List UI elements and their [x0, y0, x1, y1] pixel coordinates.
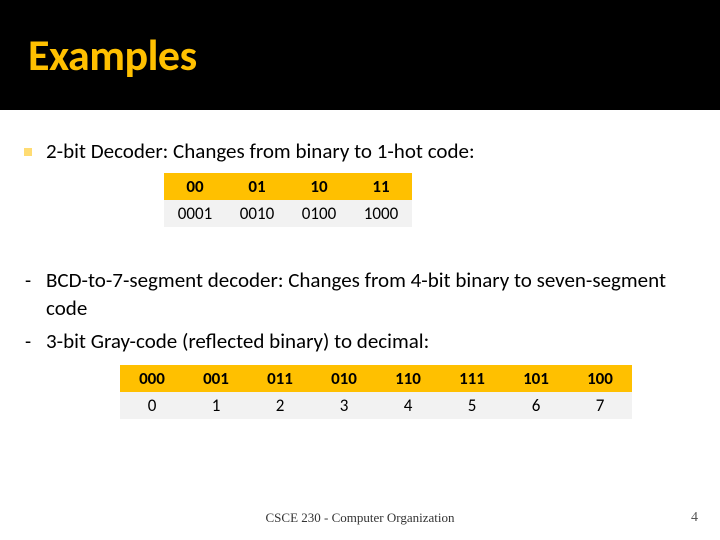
table-row: 0001 0010 0100 1000	[164, 200, 412, 227]
table-header-cell: 010	[312, 365, 376, 392]
decoder-table: 00 01 10 11 0001 0010 0100 1000	[164, 173, 412, 227]
slide-content: 2-bit Decoder: Changes from binary to 1-…	[0, 110, 720, 419]
gray-code-table: 000 001 011 010 110 111 101 100 0 1 2 3 …	[120, 365, 632, 419]
table-row: 000 001 011 010 110 111 101 100	[120, 365, 632, 392]
table-cell: 3	[312, 392, 376, 419]
table-header-cell: 011	[248, 365, 312, 392]
table-cell: 0001	[164, 200, 226, 227]
table-header-cell: 100	[568, 365, 632, 392]
table-header-cell: 01	[226, 173, 288, 200]
table-cell: 1	[184, 392, 248, 419]
table-header-cell: 11	[350, 173, 412, 200]
bullet-3-text: 3-bit Gray-code (reflected binary) to de…	[46, 328, 429, 355]
bullet-3: - 3-bit Gray-code (reflected binary) to …	[24, 328, 696, 355]
table-row: 00 01 10 11	[164, 173, 412, 200]
table-row: 0 1 2 3 4 5 6 7	[120, 392, 632, 419]
table-cell: 4	[376, 392, 440, 419]
table-header-cell: 001	[184, 365, 248, 392]
table-header-cell: 00	[164, 173, 226, 200]
square-bullet-icon	[24, 148, 32, 156]
table-header-cell: 110	[376, 365, 440, 392]
table-header-cell: 101	[504, 365, 568, 392]
footer-course: CSCE 230 - Computer Organization	[0, 510, 720, 526]
bullet-1: 2-bit Decoder: Changes from binary to 1-…	[24, 138, 696, 165]
table-header-cell: 111	[440, 365, 504, 392]
slide-title: Examples	[28, 28, 197, 82]
table-cell: 7	[568, 392, 632, 419]
bullet-2-text: BCD-to-7-segment decoder: Changes from 4…	[46, 267, 696, 322]
bullet-2: - BCD-to-7-segment decoder: Changes from…	[24, 267, 696, 322]
table-cell: 2	[248, 392, 312, 419]
table-cell: 0010	[226, 200, 288, 227]
table-header-cell: 000	[120, 365, 184, 392]
footer-page-number: 4	[691, 510, 698, 526]
table-cell: 5	[440, 392, 504, 419]
dash-bullet-icon: -	[24, 269, 32, 293]
table-cell: 1000	[350, 200, 412, 227]
table-cell: 6	[504, 392, 568, 419]
table-cell: 0	[120, 392, 184, 419]
dash-bullet-icon: -	[24, 330, 32, 354]
table-cell: 0100	[288, 200, 350, 227]
table-header-cell: 10	[288, 173, 350, 200]
bullet-1-text: 2-bit Decoder: Changes from binary to 1-…	[46, 138, 475, 165]
title-band: Examples	[0, 0, 720, 110]
